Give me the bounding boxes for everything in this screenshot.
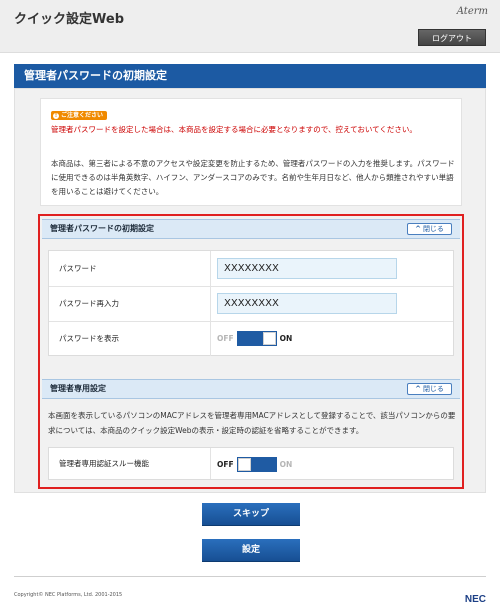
- show-password-label: パスワードを表示: [49, 321, 211, 356]
- password-label: パスワード: [49, 251, 211, 286]
- admin-description: 本画面を表示しているパソコンのMACアドレスを管理者専用MACアドレスとして登録…: [48, 411, 456, 435]
- admin-bypass-row: 管理者専用認証スルー機能 OFF ON: [48, 447, 454, 480]
- password-section-header: 管理者パスワードの初期設定 ^ 閉じる: [42, 219, 460, 239]
- copyright-text: Copyright© NEC Platforms, Ltd. 2001-2015: [14, 592, 123, 598]
- caution-text: 管理者パスワードを設定した場合は、本商品を設定する場合に必要となりますので、控え…: [51, 125, 417, 134]
- toggle-on-label: ON: [279, 334, 293, 343]
- close-label: 閉じる: [422, 225, 444, 233]
- notice-box: ! ご注意ください 管理者パスワードを設定した場合は、本商品を設定する場合に必要…: [40, 98, 462, 206]
- password-row: パスワード XXXXXXXX: [49, 251, 453, 287]
- chevron-up-icon: ^: [415, 225, 421, 233]
- page-title: 管理者パスワードの初期設定: [14, 64, 486, 88]
- password-form: パスワード XXXXXXXX パスワード再入力 XXXXXXXX パスワードを表…: [48, 250, 454, 356]
- info-text: 本商品は、第三者による不意のアクセスや設定変更を防止するため、管理者パスワードの…: [51, 159, 455, 196]
- show-password-row: パスワードを表示 OFF ON: [49, 321, 453, 356]
- toggle-off-label: OFF: [217, 334, 234, 343]
- password-section-title: 管理者パスワードの初期設定: [50, 224, 154, 233]
- password-confirm-row: パスワード再入力 XXXXXXXX: [49, 286, 453, 322]
- admin-bypass-toggle[interactable]: OFF ON: [217, 457, 292, 472]
- toggle-on-label: ON: [279, 460, 293, 469]
- caution-badge-label: ご注意ください: [61, 112, 104, 119]
- top-bar: クイック設定Web Aterm ログアウト: [0, 0, 500, 53]
- toggle-knob[interactable]: [237, 458, 251, 471]
- app-title: クイック設定Web: [14, 12, 124, 27]
- caution-badge: ! ご注意ください: [51, 111, 108, 120]
- password-confirm-label: パスワード再入力: [49, 286, 211, 321]
- skip-button[interactable]: スキップ: [202, 503, 300, 525]
- admin-section-title: 管理者専用設定: [50, 384, 106, 393]
- toggle-knob[interactable]: [262, 332, 276, 345]
- footer-divider: [14, 576, 486, 577]
- admin-bypass-label: 管理者専用認証スルー機能: [49, 448, 211, 479]
- admin-section-close-button[interactable]: ^ 閉じる: [407, 383, 452, 395]
- toggle-switch[interactable]: [236, 331, 277, 346]
- show-password-toggle[interactable]: OFF ON: [217, 331, 292, 346]
- exclamation-icon: !: [53, 112, 59, 119]
- toggle-switch[interactable]: [236, 457, 277, 472]
- close-label: 閉じる: [422, 385, 444, 393]
- admin-section-header: 管理者専用設定 ^ 閉じる: [42, 379, 460, 399]
- password-input[interactable]: XXXXXXXX: [217, 258, 397, 279]
- brand-logo: Aterm: [456, 6, 488, 17]
- toggle-off-label: OFF: [217, 460, 234, 469]
- set-button[interactable]: 設定: [202, 539, 300, 561]
- password-section-close-button[interactable]: ^ 閉じる: [407, 223, 452, 235]
- password-confirm-input[interactable]: XXXXXXXX: [217, 293, 397, 314]
- chevron-up-icon: ^: [415, 385, 421, 393]
- nec-logo: NEC: [464, 594, 486, 605]
- logout-button[interactable]: ログアウト: [418, 29, 486, 46]
